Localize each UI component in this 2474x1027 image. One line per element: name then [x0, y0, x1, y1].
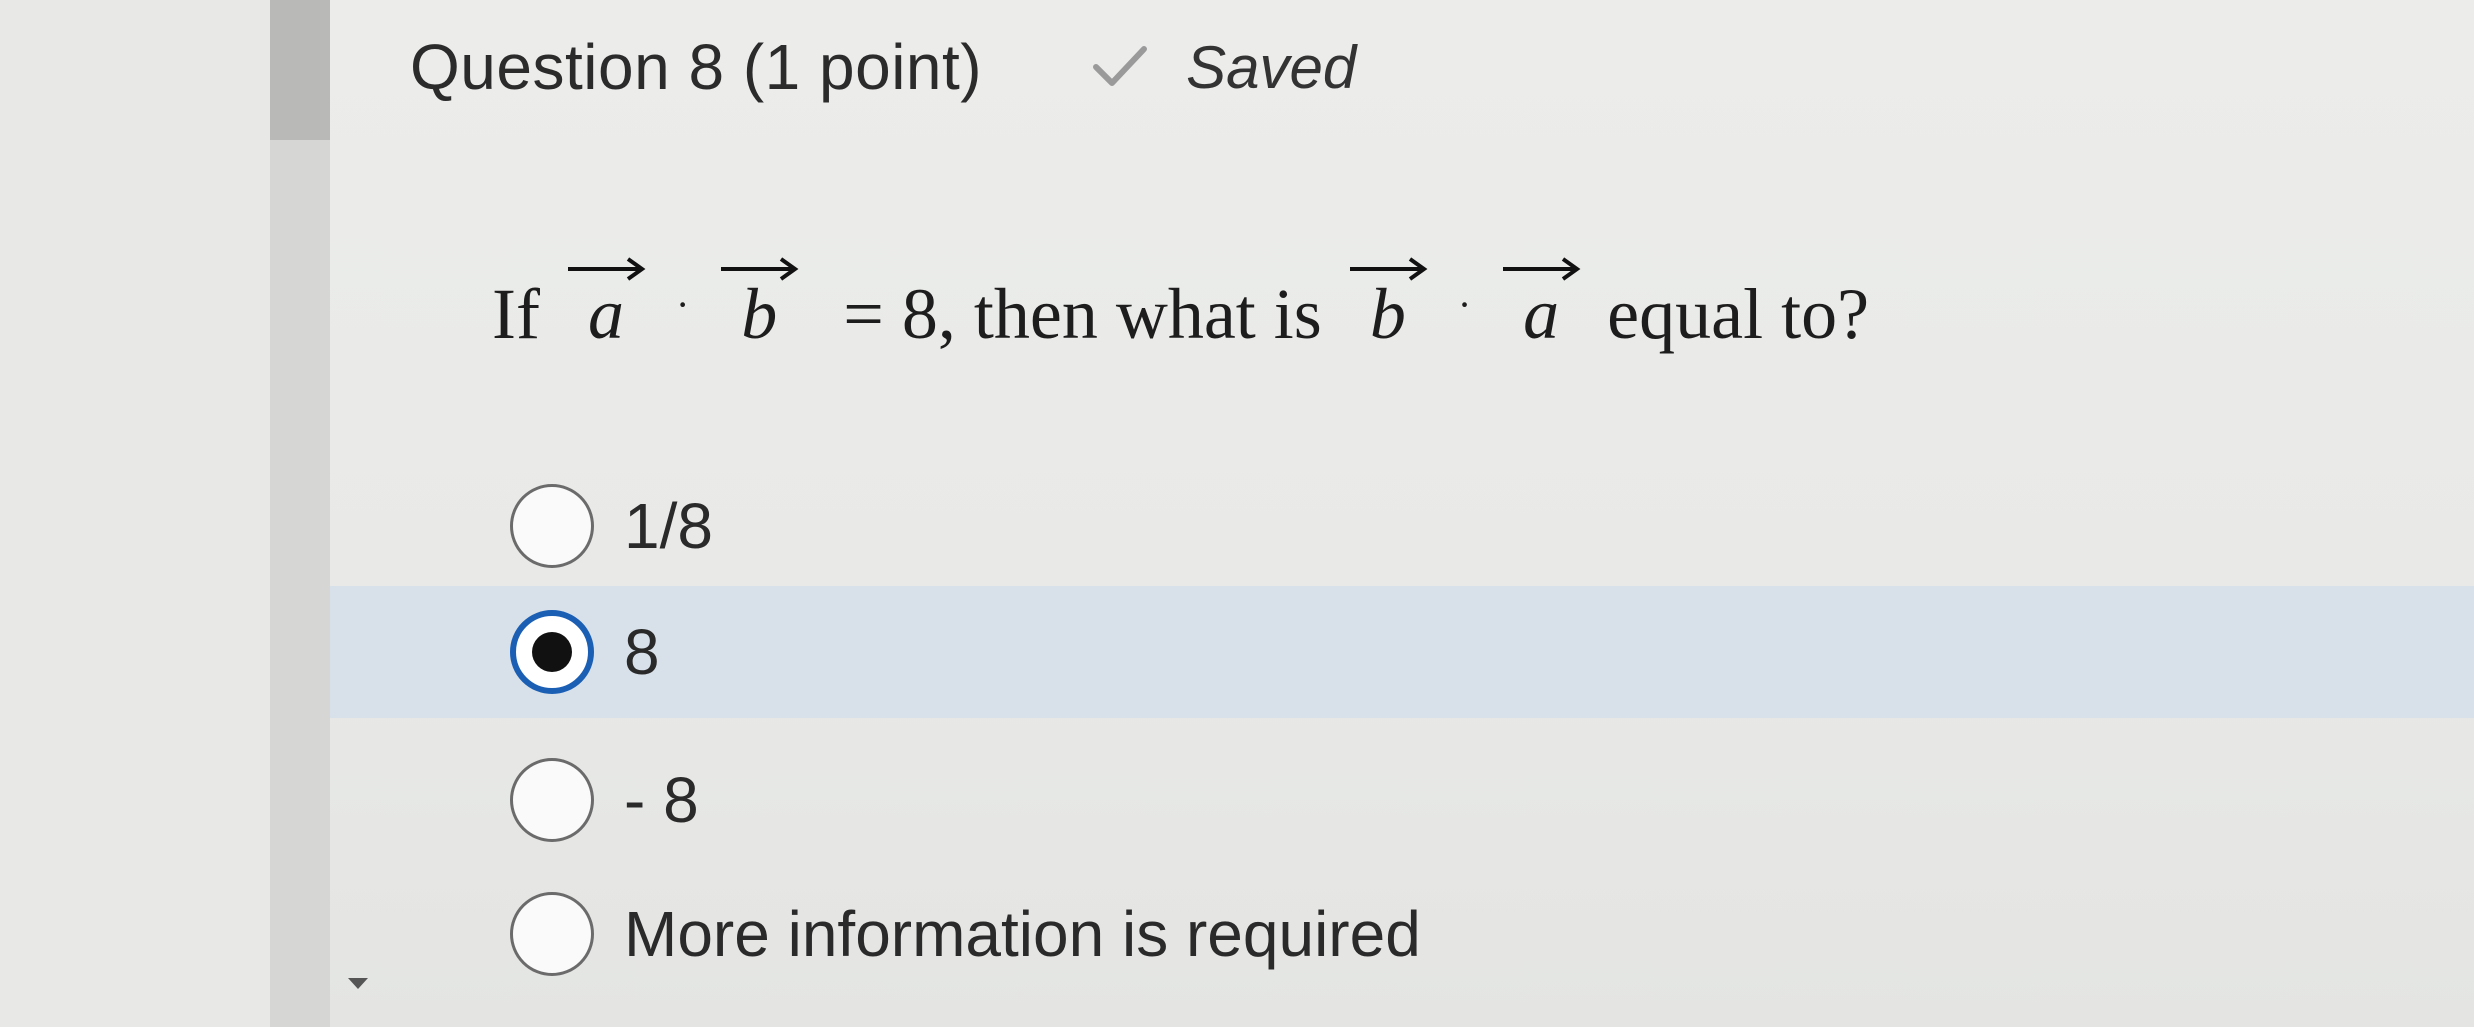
vector-a: a [566, 256, 646, 350]
radio-button[interactable] [510, 758, 594, 842]
question-title: Question 8 (1 point) [410, 31, 983, 103]
vector-letter: b [1369, 274, 1406, 354]
vector-a: a [1501, 256, 1581, 350]
option-label: 1/8 [624, 490, 713, 562]
dot-operator: · [675, 282, 690, 327]
radio-button[interactable] [510, 484, 594, 568]
prompt-middle: = 8, then what is [843, 274, 1322, 354]
option-label: More information is required [624, 898, 1421, 970]
scrollbar-thumb[interactable] [270, 0, 330, 140]
radio-button-checked[interactable] [510, 610, 594, 694]
save-status: Saved [1092, 33, 1356, 102]
option-row[interactable]: - 8 [330, 734, 2474, 866]
prompt-prefix: If [492, 274, 540, 354]
option-label: - 8 [624, 764, 699, 836]
radio-button[interactable] [510, 892, 594, 976]
option-row[interactable]: More information is required [330, 868, 2474, 1000]
question-header: Question 8 (1 point) Saved [410, 30, 1356, 104]
option-label: 8 [624, 616, 660, 688]
saved-label: Saved [1186, 33, 1357, 101]
scrollbar-track[interactable] [270, 0, 330, 1027]
dot-operator: · [1457, 282, 1472, 327]
vector-b: b [719, 256, 799, 350]
left-gutter [0, 0, 270, 1027]
question-panel: Question 8 (1 point) Saved If a · b = 8,… [330, 0, 2474, 1027]
vector-b: b [1348, 256, 1428, 350]
vector-letter: b [741, 274, 778, 354]
prompt-suffix: equal to? [1607, 274, 1870, 354]
option-row[interactable]: 1/8 [330, 460, 2474, 592]
check-icon [1093, 46, 1148, 86]
question-prompt: If a · b = 8, then what is b · a equal t… [492, 200, 1869, 350]
option-row-selected[interactable]: 8 [330, 586, 2474, 718]
vector-letter: a [1523, 274, 1560, 354]
vector-letter: a [587, 274, 624, 354]
